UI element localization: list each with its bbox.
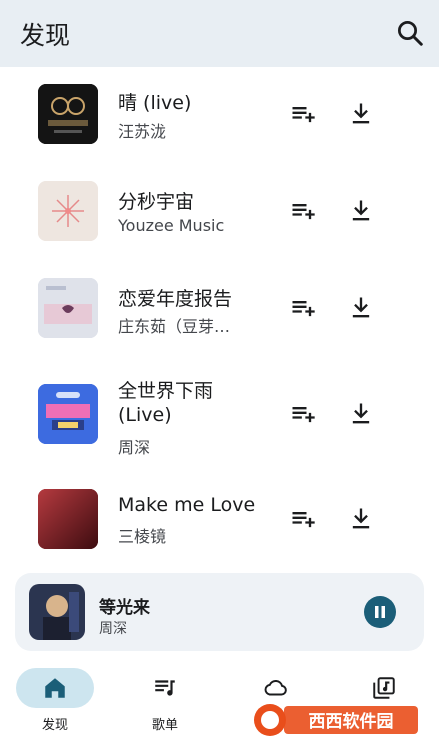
watermark-logo: 西西软件园 xyxy=(250,700,422,740)
song-artist: 三棱镜 xyxy=(118,527,167,546)
list-item[interactable]: 分秒宇宙 Youzee Music xyxy=(0,163,439,259)
song-title: Make me Love xyxy=(118,494,256,516)
list-item[interactable]: 晴 (live) 汪苏泷 xyxy=(0,66,439,162)
page-title: 发现 xyxy=(20,21,71,50)
add-to-playlist-icon[interactable] xyxy=(289,197,317,225)
album-cover xyxy=(38,489,98,549)
pause-icon xyxy=(375,606,385,618)
album-cover xyxy=(38,84,98,144)
album-cover xyxy=(38,278,98,338)
pause-button[interactable] xyxy=(364,596,396,628)
download-icon[interactable] xyxy=(347,197,375,225)
cloud-icon xyxy=(264,680,287,696)
playlist-icon xyxy=(155,680,175,696)
app-bar: 发现 xyxy=(0,0,439,67)
song-artist: 庄东茹（豆芽… xyxy=(118,317,231,336)
song-title-line2: (Live) xyxy=(118,404,172,426)
nav-label: 发现 xyxy=(41,718,68,733)
music-library-icon xyxy=(373,677,395,699)
svg-text:西西软件园: 西西软件园 xyxy=(309,711,394,732)
now-playing-artist: 周深 xyxy=(99,621,127,637)
list-item[interactable]: 恋爱年度报告 庄东茹（豆芽… xyxy=(0,260,439,356)
song-title: 分秒宇宙 xyxy=(118,191,195,213)
nav-item-playlist[interactable]: 歌单 xyxy=(110,660,220,749)
song-title: 晴 (live) xyxy=(118,92,192,114)
add-to-playlist-icon[interactable] xyxy=(289,505,317,533)
nav-label: 歌单 xyxy=(151,718,178,733)
download-icon[interactable] xyxy=(347,505,375,533)
song-title: 全世界下雨 xyxy=(118,380,214,402)
download-icon[interactable] xyxy=(347,294,375,322)
home-icon xyxy=(45,678,65,698)
nav-item-discover[interactable]: 发现 xyxy=(0,660,110,749)
list-item[interactable]: 全世界下雨 (Live) 周深 xyxy=(0,356,439,472)
download-icon[interactable] xyxy=(347,400,375,428)
song-artist: 汪苏泷 xyxy=(118,122,167,141)
download-icon[interactable] xyxy=(347,100,375,128)
now-playing-cover xyxy=(29,584,85,640)
now-playing-title: 等光来 xyxy=(99,598,150,618)
album-cover xyxy=(38,181,98,241)
search-icon[interactable] xyxy=(395,18,425,48)
song-artist: 周深 xyxy=(118,438,151,457)
add-to-playlist-icon[interactable] xyxy=(289,100,317,128)
add-to-playlist-icon[interactable] xyxy=(289,400,317,428)
mini-player[interactable]: 等光来 周深 xyxy=(15,573,424,651)
album-cover xyxy=(38,384,98,444)
song-title: 恋爱年度报告 xyxy=(118,288,233,310)
list-item[interactable]: Make me Love 三棱镜 xyxy=(0,472,439,568)
add-to-playlist-icon[interactable] xyxy=(289,294,317,322)
song-artist: Youzee Music xyxy=(118,216,225,235)
